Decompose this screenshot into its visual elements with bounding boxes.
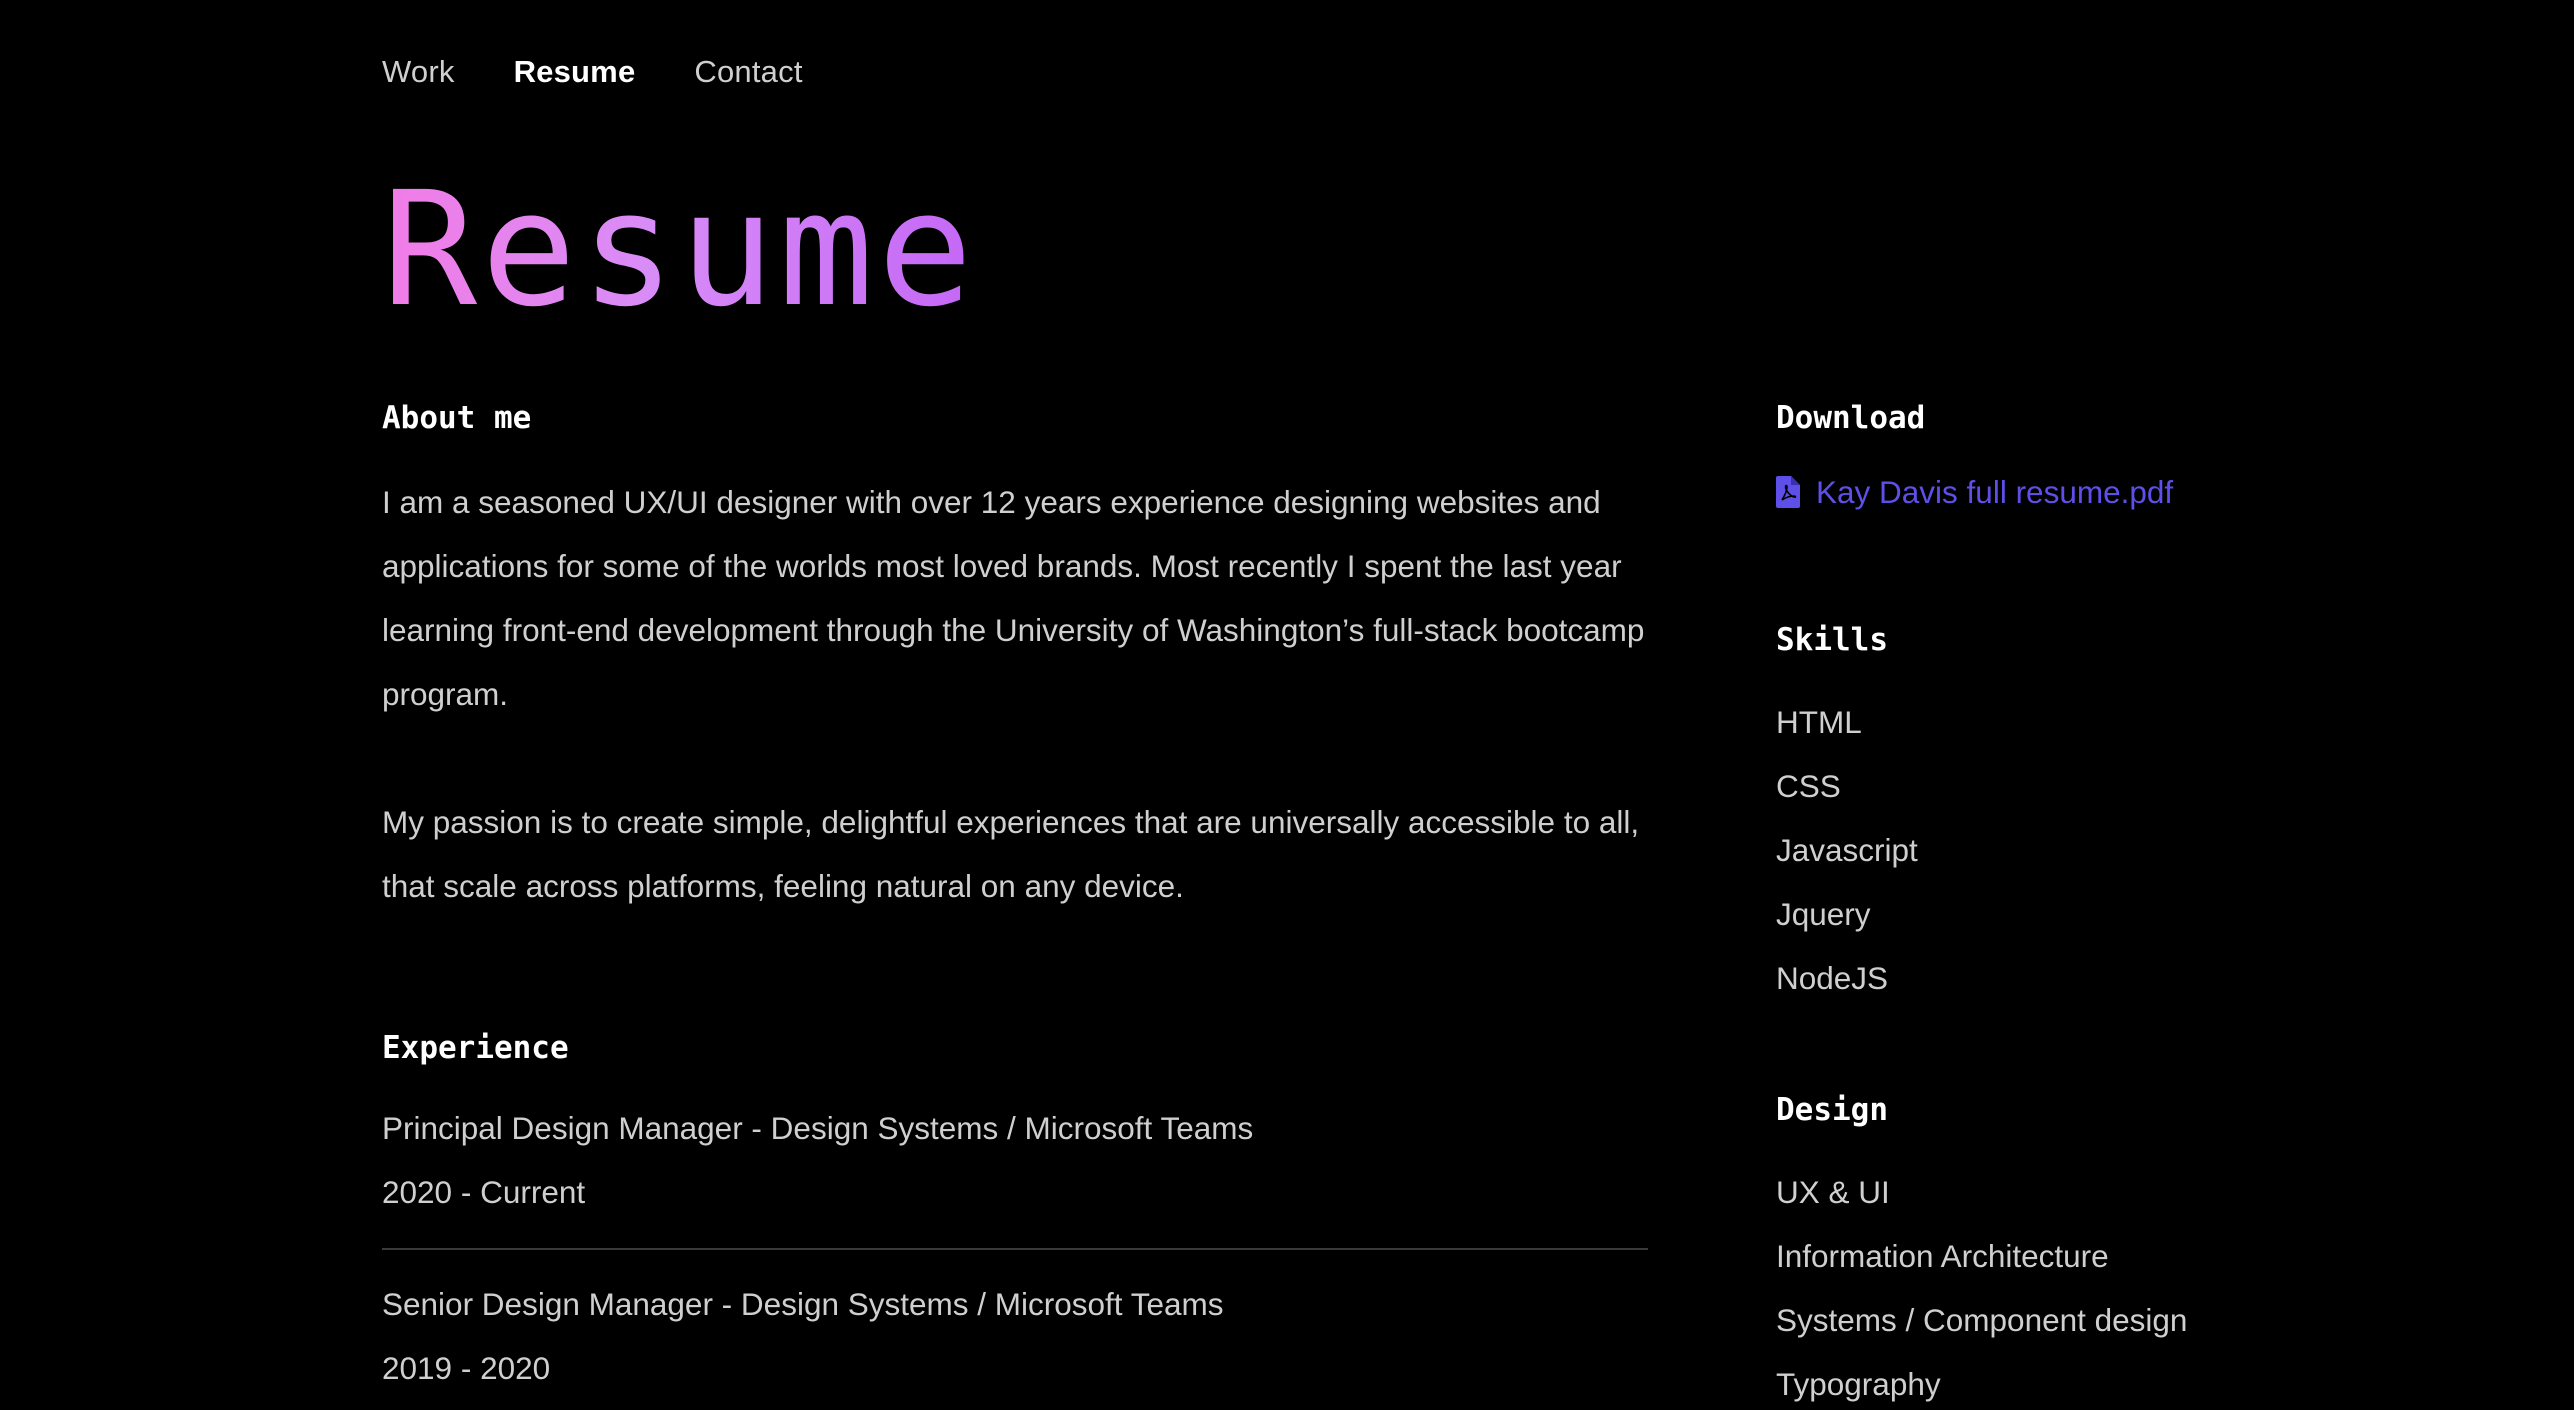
about-heading: About me (382, 400, 532, 436)
skill-item: HTML (1776, 704, 1862, 740)
skills-heading: Skills (1776, 622, 1888, 658)
experience-item: Senior Design Manager - Design Systems /… (382, 1272, 1648, 1400)
experience-title: Senior Design Manager - Design Systems /… (382, 1286, 1224, 1322)
top-nav: Work Resume Contact (382, 50, 803, 94)
about-paragraph-2: My passion is to create simple, delightf… (382, 804, 1640, 904)
about-paragraph-1: I am a seasoned UX/UI designer with over… (382, 484, 1645, 712)
resume-download-label: Kay Davis full resume.pdf (1816, 474, 2174, 510)
skill-item: Jquery (1776, 896, 1871, 932)
design-item: Systems / Component design (1776, 1302, 2188, 1338)
experience-list: Principal Design Manager - Design System… (382, 1096, 1648, 1400)
file-pdf-icon (1776, 476, 1800, 508)
skills-list: HTML CSS Javascript Jquery NodeJS (1776, 690, 1918, 1010)
nav-link-contact[interactable]: Contact (694, 54, 802, 90)
design-item: Typography (1776, 1366, 1941, 1402)
experience-divider (382, 1248, 1648, 1250)
skill-item: CSS (1776, 768, 1841, 804)
design-list: UX & UI Information Architecture Systems… (1776, 1160, 2187, 1410)
experience-dates: 2019 - 2020 (382, 1350, 551, 1386)
experience-item: Principal Design Manager - Design System… (382, 1096, 1648, 1224)
design-item: Information Architecture (1776, 1238, 2109, 1274)
skill-item: Javascript (1776, 832, 1918, 868)
design-item: UX & UI (1776, 1174, 1890, 1210)
download-heading: Download (1776, 400, 1926, 436)
experience-title: Principal Design Manager - Design System… (382, 1110, 1254, 1146)
experience-dates: 2020 - Current (382, 1174, 586, 1210)
design-heading: Design (1776, 1092, 1888, 1128)
nav-link-resume[interactable]: Resume (514, 54, 636, 90)
nav-link-work[interactable]: Work (382, 54, 455, 90)
skill-item: NodeJS (1776, 960, 1889, 996)
resume-download-link[interactable]: Kay Davis full resume.pdf (1776, 466, 2173, 518)
experience-heading: Experience (382, 1030, 569, 1066)
page-title: Resume (382, 155, 977, 345)
